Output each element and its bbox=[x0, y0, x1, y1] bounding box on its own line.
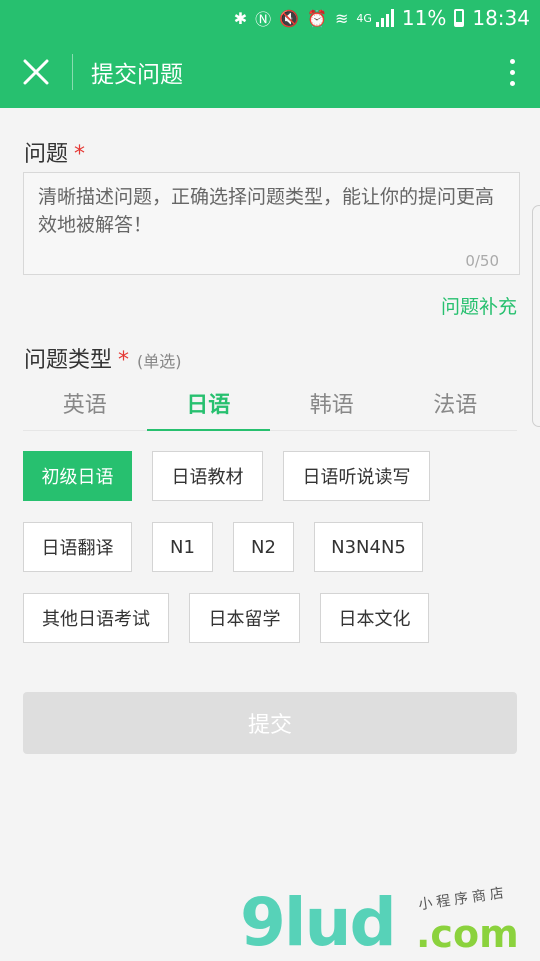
tab-english[interactable]: 英语 bbox=[23, 384, 147, 430]
question-field: 0/50 bbox=[23, 172, 520, 275]
status-bar: ✱ Ⓝ 🔇 ⏰ ≋ 4G 11% 18:34 bbox=[0, 0, 540, 36]
header-divider bbox=[72, 54, 73, 90]
category-chip[interactable]: 日本文化 bbox=[320, 593, 429, 643]
category-chip[interactable]: 日本留学 bbox=[189, 593, 300, 643]
category-chip[interactable]: N2 bbox=[233, 522, 294, 572]
required-mark: * bbox=[118, 348, 130, 373]
language-tabs: 英语 日语 韩语 法语 bbox=[23, 384, 517, 431]
required-mark: * bbox=[74, 142, 86, 167]
single-choice-hint: (单选) bbox=[137, 352, 182, 371]
wifi-icon: ≋ bbox=[334, 8, 349, 28]
category-chip[interactable]: 其他日语考试 bbox=[23, 593, 169, 643]
category-chip[interactable]: 日语教材 bbox=[152, 451, 263, 501]
category-chip[interactable]: N1 bbox=[152, 522, 213, 572]
submit-button[interactable]: 提交 bbox=[23, 692, 517, 754]
question-label: 问题 * bbox=[24, 142, 86, 167]
tab-french[interactable]: 法语 bbox=[394, 384, 518, 430]
category-chip[interactable]: 日语翻译 bbox=[23, 522, 132, 572]
category-chip[interactable]: 初级日语 bbox=[23, 451, 132, 501]
nfc-icon: Ⓝ bbox=[255, 10, 272, 29]
close-button[interactable] bbox=[0, 36, 72, 108]
char-counter: 0/50 bbox=[465, 252, 499, 270]
battery-percent: 11% bbox=[401, 6, 447, 30]
watermark-caption: 小程序商店 bbox=[417, 884, 509, 914]
close-icon bbox=[23, 59, 49, 85]
question-supplement-link[interactable]: 问题补充 bbox=[441, 292, 517, 319]
watermark: 小程序商店 9lud .com bbox=[240, 880, 540, 960]
category-chips: 初级日语 日语教材 日语听说读写 日语翻译 N1 N2 N3N4N5 其他日语考… bbox=[23, 451, 517, 664]
watermark-domain: .com bbox=[416, 912, 519, 956]
bluetooth-icon: ✱ bbox=[233, 8, 248, 28]
battery-icon bbox=[454, 9, 465, 27]
clock: 18:34 bbox=[472, 6, 530, 30]
more-button[interactable] bbox=[484, 36, 540, 108]
signal-icon bbox=[375, 9, 394, 27]
watermark-logo: 9lud bbox=[240, 884, 397, 961]
edge-panel-handle[interactable] bbox=[532, 205, 540, 427]
tab-japanese[interactable]: 日语 bbox=[146, 384, 271, 431]
mute-icon: 🔇 bbox=[279, 8, 300, 28]
app-bar: 提交问题 bbox=[0, 36, 540, 108]
tab-korean[interactable]: 韩语 bbox=[270, 384, 394, 430]
question-input[interactable] bbox=[24, 173, 519, 274]
question-type-label: 问题类型 * (单选) bbox=[24, 348, 182, 373]
category-chip[interactable]: 日语听说读写 bbox=[283, 451, 430, 501]
alarm-icon: ⏰ bbox=[307, 8, 327, 28]
network-type: 4G bbox=[356, 11, 372, 25]
more-vertical-icon bbox=[509, 56, 515, 89]
page-title: 提交问题 bbox=[91, 62, 183, 88]
category-chip[interactable]: N3N4N5 bbox=[314, 522, 423, 572]
